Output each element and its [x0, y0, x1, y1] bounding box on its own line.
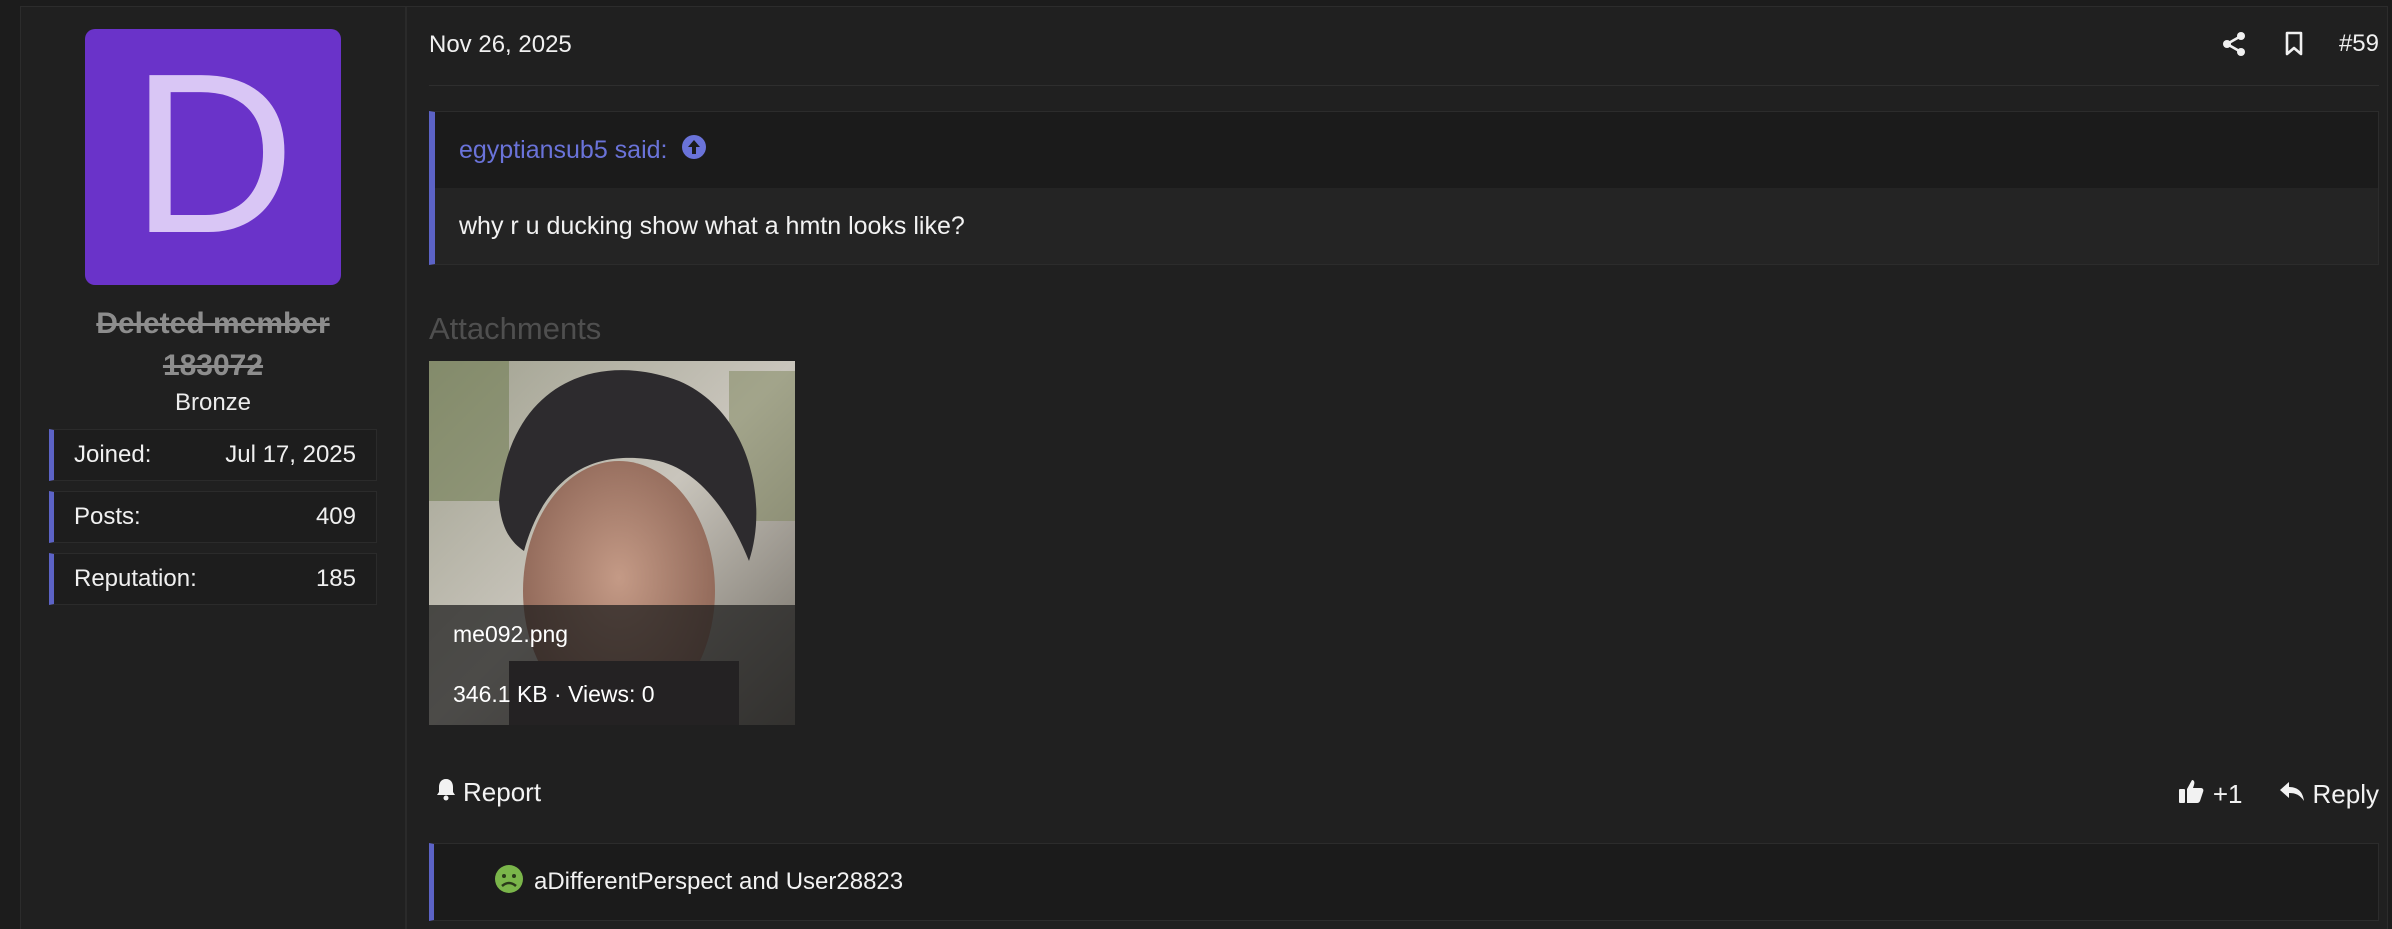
reply-icon: [2279, 779, 2305, 810]
post-header-actions: #59: [2219, 29, 2379, 59]
header-divider: [429, 85, 2379, 86]
username-line-1: Deleted member: [96, 307, 330, 340]
attachment-meta: me092.png 346.1 KB · Views: 0: [429, 605, 795, 725]
avatar[interactable]: D: [85, 29, 341, 285]
user-info-panel: D Deleted member 183072 Bronze Joined: J…: [21, 7, 407, 929]
post-date[interactable]: Nov 26, 2025: [429, 31, 572, 59]
attachment-filename[interactable]: me092.png: [453, 621, 568, 648]
user-rank: Bronze: [174, 389, 252, 416]
stat-value: 409: [315, 503, 356, 530]
post-actions: +1 Reply: [2177, 777, 2379, 812]
reply-label: Reply: [2312, 779, 2379, 809]
sick-face-icon: [494, 864, 524, 901]
stat-value: Jul 17, 2025: [225, 441, 356, 468]
reactions-bar[interactable]: aDifferentPerspect and User28823: [429, 843, 2379, 921]
stat-label: Joined:: [74, 441, 152, 468]
stat-reputation: Reputation: 185: [49, 553, 377, 605]
quote-header[interactable]: egyptiansub5 said:: [435, 112, 2378, 188]
attachment-thumbnail[interactable]: me092.png 346.1 KB · Views: 0: [429, 361, 795, 725]
username-line-2: 183072: [162, 349, 264, 382]
post-number-link[interactable]: #59: [2339, 30, 2379, 58]
attachments-title: Attachments: [429, 311, 602, 346]
stat-value: 185: [315, 565, 356, 592]
reply-button[interactable]: Reply: [2279, 779, 2379, 810]
quote-author[interactable]: egyptiansub5 said:: [459, 136, 667, 165]
report-label: Report: [463, 777, 542, 807]
quote-text: why r u ducking show what a hmtn looks l…: [435, 188, 2378, 264]
quote-block: egyptiansub5 said: why r u ducking show …: [429, 111, 2379, 265]
like-count: +1: [2212, 779, 2243, 809]
post-main: Nov 26, 2025 #59 egyptiansub5 said: why …: [429, 7, 2379, 929]
post-container: D Deleted member 183072 Bronze Joined: J…: [20, 6, 2388, 929]
share-icon[interactable]: [2219, 29, 2249, 59]
report-button[interactable]: Report: [435, 777, 541, 808]
stat-label: Posts:: [74, 503, 141, 530]
stat-label: Reputation:: [74, 565, 197, 592]
stat-posts: Posts: 409: [49, 491, 377, 543]
arrow-up-circle-icon[interactable]: [681, 134, 707, 167]
attachment-size-views: 346.1 KB · Views: 0: [453, 681, 655, 707]
thumbs-up-icon: [2177, 777, 2205, 812]
bookmark-icon[interactable]: [2279, 29, 2309, 59]
stat-joined: Joined: Jul 17, 2025: [49, 429, 377, 481]
avatar-letter: D: [130, 27, 296, 281]
like-button[interactable]: +1: [2177, 777, 2243, 812]
bell-icon: [435, 777, 457, 808]
reactions-users[interactable]: aDifferentPerspect and User28823: [534, 868, 903, 896]
username[interactable]: Deleted member 183072: [61, 303, 365, 387]
